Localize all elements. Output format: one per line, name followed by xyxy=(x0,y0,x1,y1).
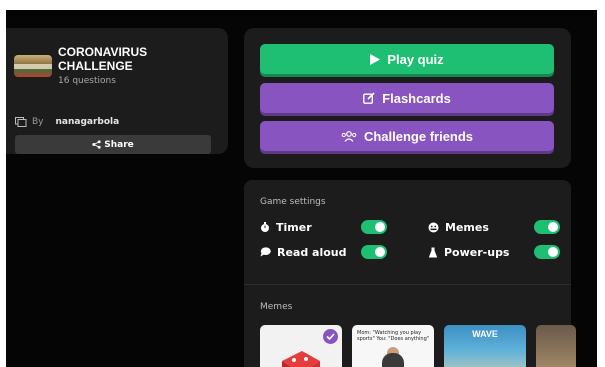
game-settings-heading: Game settings xyxy=(260,197,326,207)
timer-label: Timer xyxy=(276,220,312,234)
meme-thumbnail-partial[interactable] xyxy=(536,325,576,367)
challenge-friends-label: Challenge friends xyxy=(363,128,474,144)
users-icon xyxy=(341,130,357,142)
library-icon xyxy=(15,117,27,127)
memes-setting-label: Memes xyxy=(445,220,489,234)
flashcards-button[interactable]: Flashcards xyxy=(260,83,554,113)
author-row: By nanagarbola xyxy=(15,116,119,128)
read-aloud-label: Read aloud xyxy=(277,245,347,259)
setting-power-ups: Power-ups xyxy=(428,245,509,259)
timer-icon xyxy=(261,221,269,232)
play-quiz-button[interactable]: Play quiz xyxy=(260,44,554,74)
edit-icon xyxy=(363,92,375,104)
selected-check-icon xyxy=(323,329,338,344)
power-ups-toggle[interactable] xyxy=(534,245,560,259)
action-panel: Play quiz Flashcards Challenge friends xyxy=(244,28,571,168)
power-ups-label: Power-ups xyxy=(444,245,510,259)
challenge-friends-button[interactable]: Challenge friends xyxy=(260,121,554,151)
quiz-info-card: CORONAVIRUS CHALLENGE 16 questions By na… xyxy=(6,28,228,154)
meme-caption: Mom: "Watching you play sports" You: "Do… xyxy=(357,330,430,342)
dice-icon xyxy=(282,351,320,367)
quiz-thumbnail xyxy=(14,55,52,77)
quiz-title: CORONAVIRUS CHALLENGE xyxy=(58,45,148,73)
play-icon xyxy=(370,53,381,65)
question-count: 16 questions xyxy=(58,76,116,86)
setting-timer: Timer xyxy=(260,220,312,234)
memes-toggle[interactable] xyxy=(534,220,560,234)
person-body xyxy=(382,353,404,367)
memes-icon xyxy=(428,222,439,232)
share-label: Share xyxy=(104,139,134,150)
read-aloud-toggle[interactable] xyxy=(361,245,387,259)
flashcards-label: Flashcards xyxy=(382,90,451,106)
meme-thumbnail-dice[interactable] xyxy=(260,325,342,367)
memes-heading: Memes xyxy=(260,302,293,312)
meme-thumbnail-person[interactable]: Mom: "Watching you play sports" You: "Do… xyxy=(352,325,434,367)
setting-read-aloud: Read aloud xyxy=(260,245,347,259)
share-icon xyxy=(92,140,101,149)
meme-thumbnail-wave[interactable]: WAVE xyxy=(444,325,526,367)
by-label: By xyxy=(32,117,44,127)
quiz-launch-screen: CORONAVIRUS CHALLENGE 16 questions By na… xyxy=(6,10,597,367)
share-button[interactable]: Share xyxy=(15,135,211,154)
setting-memes: Memes xyxy=(428,220,489,234)
power-ups-icon xyxy=(428,247,438,257)
speech-bubble-icon xyxy=(260,247,271,257)
timer-toggle[interactable] xyxy=(361,220,387,234)
wave-caption: WAVE xyxy=(472,329,498,339)
author-name[interactable]: nanagarbola xyxy=(56,117,120,127)
play-quiz-label: Play quiz xyxy=(387,51,444,67)
settings-divider xyxy=(244,284,571,285)
settings-panel: Game settings Timer Memes Read aloud Pow… xyxy=(244,180,576,367)
